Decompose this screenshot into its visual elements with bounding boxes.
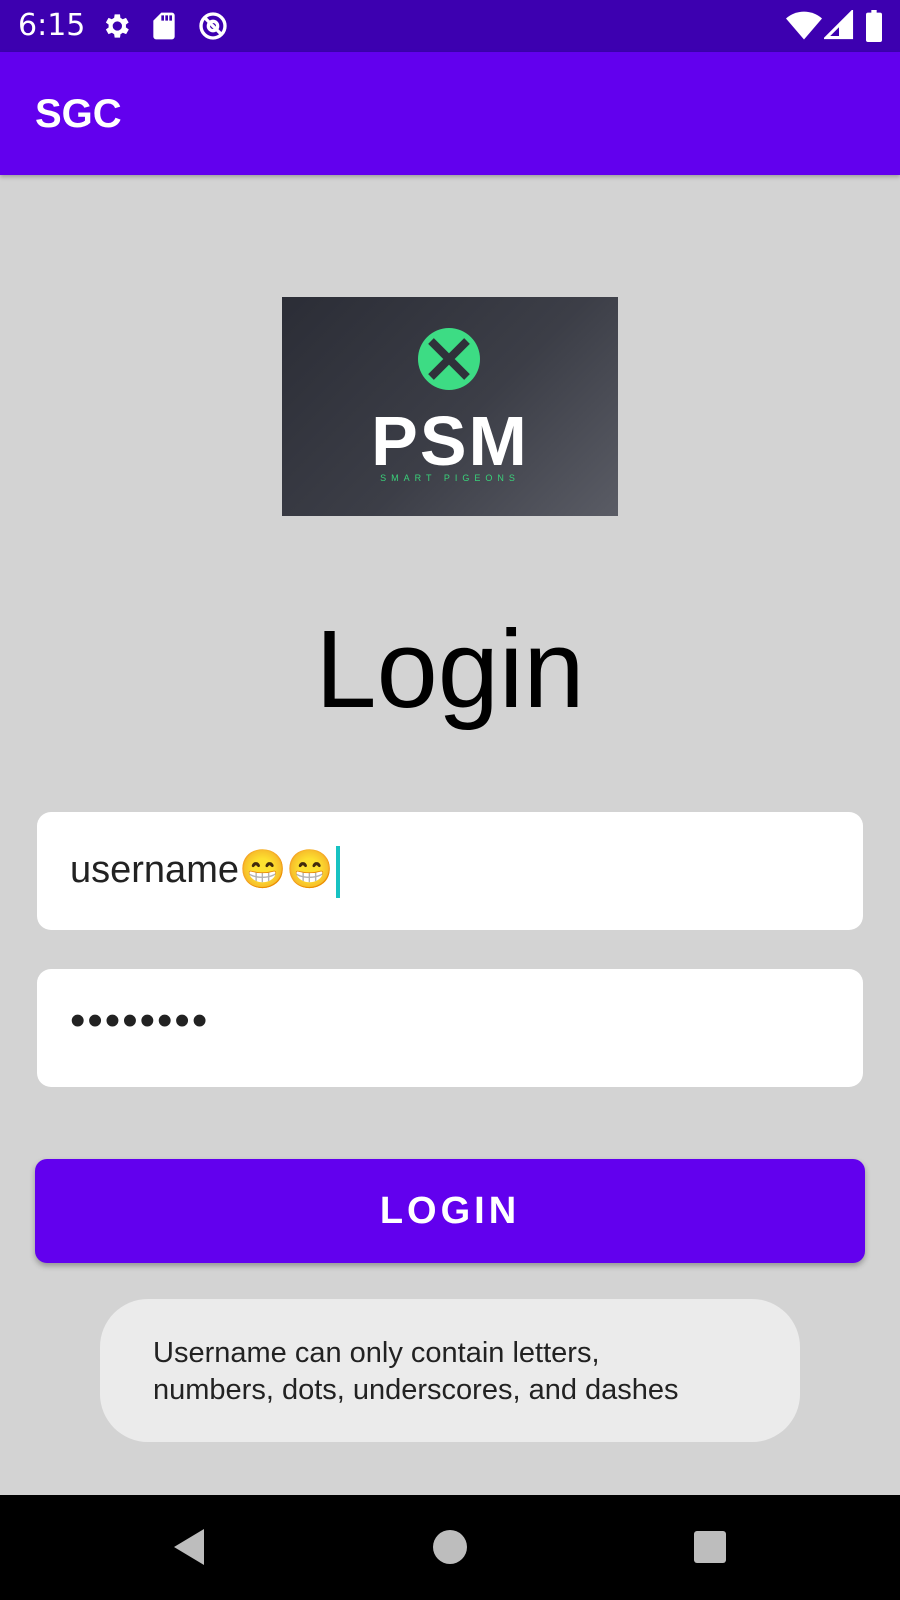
app-title: SGC — [35, 92, 122, 136]
app-bar: SGC — [0, 52, 900, 175]
back-icon[interactable] — [168, 1525, 212, 1569]
username-field[interactable]: username😁😁 — [37, 812, 863, 930]
username-value-wrap: username😁😁 — [70, 842, 340, 898]
sd-card-icon — [148, 10, 180, 42]
password-field[interactable]: •••••••• — [37, 969, 863, 1087]
at-sign-icon — [197, 10, 229, 42]
recents-icon[interactable] — [688, 1525, 732, 1569]
page-title: Login — [315, 608, 585, 731]
status-bar: 6:15 — [0, 0, 900, 52]
password-value: •••••••• — [70, 996, 210, 1045]
validation-toast: Username can only contain letters, numbe… — [100, 1299, 800, 1442]
toast-line-1: Username can only contain letters, — [153, 1337, 600, 1369]
navigation-bar — [0, 1495, 900, 1600]
logo-subtitle: SMART PIGEONS — [380, 473, 520, 483]
status-time: 6:15 — [18, 8, 86, 43]
battery-icon — [864, 10, 884, 42]
wifi-icon — [786, 10, 822, 42]
username-value: username😁😁 — [70, 849, 334, 891]
settings-icon — [100, 10, 132, 42]
logo-mark-icon — [417, 327, 481, 391]
signal-icon — [822, 8, 856, 42]
psm-logo: PSM SMART PIGEONS — [282, 297, 618, 516]
home-icon[interactable] — [428, 1525, 472, 1569]
logo-text: PSM — [371, 402, 529, 480]
text-cursor — [335, 845, 340, 898]
login-button[interactable]: LOGIN — [35, 1159, 865, 1263]
toast-line-2: numbers, dots, underscores, and dashes — [153, 1374, 679, 1406]
